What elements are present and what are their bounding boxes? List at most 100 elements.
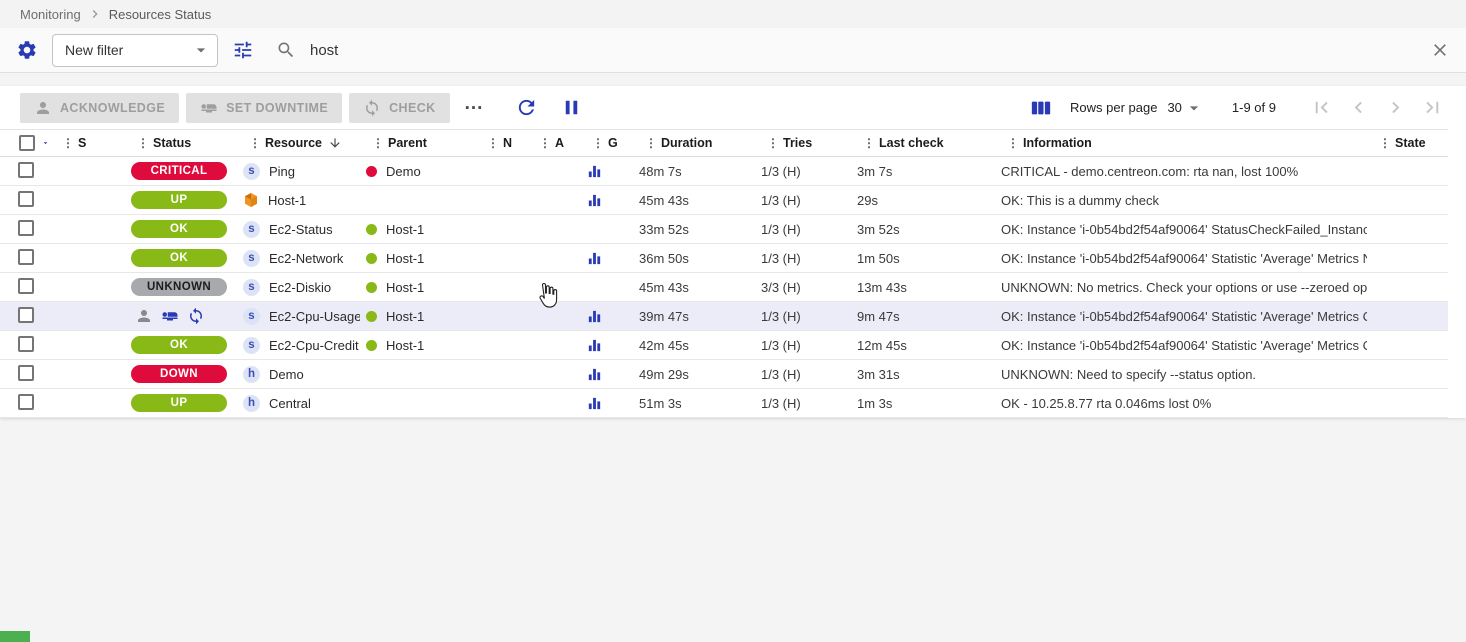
column-drag-handle-icon[interactable]: ⋮ [137,136,149,150]
saved-filter-select[interactable]: New filter [52,34,218,67]
graph-icon[interactable] [586,395,603,412]
table-row[interactable]: OKsEc2-Cpu-CreditHost-142m 45s1/3 (H)12m… [0,331,1448,360]
search-input[interactable] [310,42,1416,59]
selection-menu-caret-icon[interactable] [41,133,50,153]
column-drag-handle-icon[interactable]: ⋮ [62,136,74,150]
check-button[interactable]: CHECK [349,93,449,123]
rows-per-page-select[interactable]: 30 [1167,98,1203,118]
resource-cell: sEc2-Cpu-Credit [237,331,360,360]
parent-cell [360,360,475,389]
table-row[interactable]: UPhCentral51m 3s1/3 (H)1m 3sOK - 10.25.8… [0,389,1448,418]
status-cell: DOWN [125,360,237,389]
table-row[interactable]: UPHost-145m 43s1/3 (H)29sOK: This is a d… [0,186,1448,215]
parent-name[interactable]: Host-1 [386,222,424,237]
graph-icon[interactable] [586,192,603,209]
row-checkbox[interactable] [18,365,34,381]
graph-icon[interactable] [586,163,603,180]
table-row[interactable]: OKsEc2-NetworkHost-136m 50s1/3 (H)1m 50s… [0,244,1448,273]
column-drag-handle-icon[interactable]: ⋮ [767,136,779,150]
resource-name[interactable]: Ec2-Cpu-Credit [269,338,359,353]
resource-name[interactable]: Central [269,396,311,411]
parent-name[interactable]: Host-1 [386,338,424,353]
row-checkbox[interactable] [18,249,34,265]
table-row[interactable]: sEc2-Cpu-UsageHost-139m 47s1/3 (H)9m 47s… [0,302,1448,331]
resource-name[interactable]: Ec2-Cpu-Usage [269,309,360,324]
select-all-checkbox[interactable] [19,135,35,151]
resource-name[interactable]: Ec2-Diskio [269,280,331,295]
breadcrumb-resources-status[interactable]: Resources Status [109,7,212,22]
column-drag-handle-icon[interactable]: ⋮ [249,136,261,150]
next-page-button[interactable] [1384,96,1407,119]
status-badge[interactable]: OK [131,249,227,267]
graph-icon[interactable] [586,337,603,354]
host-type-icon: h [243,395,260,412]
status-badge[interactable]: UNKNOWN [131,278,227,296]
advanced-filter-button[interactable] [232,39,254,61]
column-drag-handle-icon[interactable]: ⋮ [863,136,875,150]
row-checkbox[interactable] [18,394,34,410]
first-page-button[interactable] [1310,96,1333,119]
status-badge[interactable]: CRITICAL [131,162,227,180]
column-drag-handle-icon[interactable]: ⋮ [1007,136,1019,150]
last-page-button[interactable] [1421,96,1444,119]
resource-name[interactable]: Demo [269,367,304,382]
column-drag-handle-icon[interactable]: ⋮ [645,136,657,150]
severity-cell [50,302,125,331]
resource-name[interactable]: Ping [269,164,295,179]
table-row[interactable]: UNKNOWNsEc2-DiskioHost-145m 43s3/3 (H)13… [0,273,1448,302]
status-badge[interactable]: OK [131,220,227,238]
pause-button[interactable] [560,96,583,119]
parent-name[interactable]: Demo [386,164,421,179]
breadcrumb-monitoring[interactable]: Monitoring [20,7,81,22]
parent-name[interactable]: Host-1 [386,280,424,295]
column-header-duration: ⋮Duration [633,130,755,157]
row-checkbox[interactable] [18,336,34,352]
sort-desc-icon[interactable] [328,136,342,150]
row-checkbox[interactable] [18,220,34,236]
graph-icon[interactable] [586,250,603,267]
graph-icon[interactable] [586,366,603,383]
column-drag-handle-icon[interactable]: ⋮ [592,136,604,150]
graph-cell [580,360,633,389]
column-drag-handle-icon[interactable]: ⋮ [372,136,384,150]
parent-status-dot [366,166,377,177]
parent-name[interactable]: Host-1 [386,309,424,324]
service-type-icon: s [243,279,260,296]
prev-page-button[interactable] [1347,96,1370,119]
row-checkbox[interactable] [18,162,34,178]
row-checkbox[interactable] [18,278,34,294]
acknowledge-button[interactable]: ACKNOWLEDGE [20,93,179,123]
status-badge[interactable]: OK [131,336,227,354]
resource-name[interactable]: Ec2-Status [269,222,333,237]
filter-settings-gear-icon[interactable] [16,39,38,61]
tries-cell: 1/3 (H) [755,186,851,215]
resource-name[interactable]: Ec2-Network [269,251,343,266]
refresh-button[interactable] [515,96,538,119]
resource-rows: CRITICALsPingDemo48m 7s1/3 (H)3m 7sCRITI… [0,157,1448,418]
more-actions-button[interactable]: ... [465,99,484,109]
action-url-cell [527,389,580,418]
duration-cell: 33m 52s [633,215,755,244]
parent-name[interactable]: Host-1 [386,251,424,266]
set-downtime-button[interactable]: SET DOWNTIME [186,93,342,123]
column-drag-handle-icon[interactable]: ⋮ [487,136,499,150]
action-url-cell [527,186,580,215]
row-checkbox[interactable] [18,307,34,323]
row-checkbox[interactable] [18,191,34,207]
status-badge[interactable]: UP [131,191,227,209]
status-badge[interactable]: DOWN [131,365,227,383]
table-row[interactable]: CRITICALsPingDemo48m 7s1/3 (H)3m 7sCRITI… [0,157,1448,186]
graph-icon[interactable] [586,308,603,325]
information-cell: OK: This is a dummy check [995,186,1367,215]
columns-selector-button[interactable] [1030,97,1052,119]
state-cell [1367,215,1448,244]
status-badge[interactable]: UP [131,394,227,412]
tries-cell: 1/3 (H) [755,157,851,186]
resource-name[interactable]: Host-1 [268,193,306,208]
clear-search-button[interactable] [1430,40,1450,60]
column-header-tries: ⋮Tries [755,130,851,157]
table-row[interactable]: DOWNhDemo49m 29s1/3 (H)3m 31sUNKNOWN: Ne… [0,360,1448,389]
column-drag-handle-icon[interactable]: ⋮ [539,136,551,150]
column-drag-handle-icon[interactable]: ⋮ [1379,136,1391,150]
table-row[interactable]: OKsEc2-StatusHost-133m 52s1/3 (H)3m 52sO… [0,215,1448,244]
